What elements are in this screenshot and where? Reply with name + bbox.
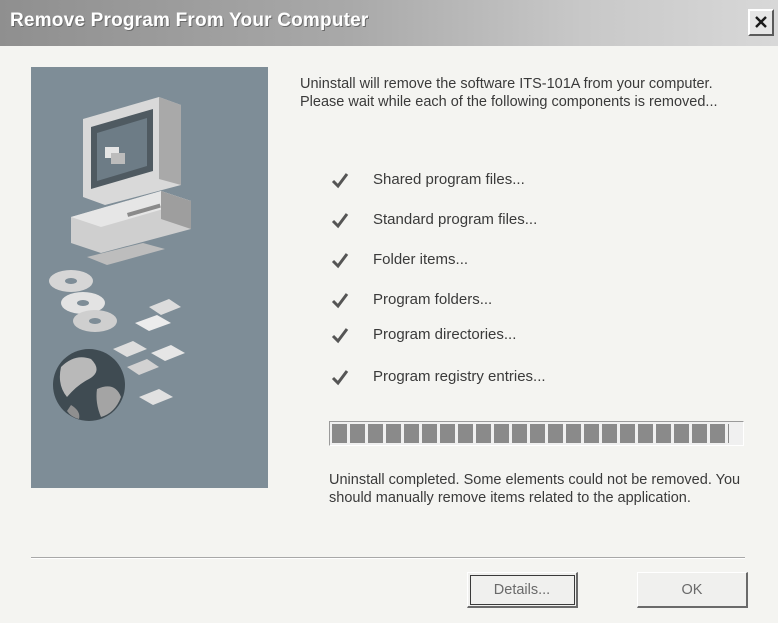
progress-bar: [329, 421, 744, 446]
step-label: Program folders...: [373, 291, 493, 308]
checkmark-icon: [331, 213, 349, 229]
ok-button-label: OK: [681, 582, 703, 598]
step-label: Program directories...: [373, 326, 517, 343]
checkmark-icon: [331, 328, 349, 344]
close-icon: [755, 16, 767, 28]
divider: [31, 557, 745, 559]
computer-icon: [71, 97, 191, 265]
checkmark-icon: [331, 173, 349, 189]
checkmark-icon: [331, 253, 349, 269]
step-label: Standard program files...: [373, 211, 538, 228]
progress-fill: [332, 424, 729, 443]
checkmark-icon: [331, 370, 349, 386]
ok-button[interactable]: OK: [637, 572, 748, 608]
step-label: Folder items...: [373, 251, 469, 268]
details-button-label: Details...: [493, 582, 551, 598]
title-bar: Remove Program From Your Computer: [0, 0, 778, 46]
status-text: Uninstall completed. Some elements could…: [329, 472, 741, 506]
intro-text: Uninstall will remove the software ITS-1…: [300, 76, 718, 110]
close-button[interactable]: [748, 9, 774, 36]
checkmark-icon: [331, 293, 349, 309]
window-title: Remove Program From Your Computer: [10, 10, 369, 31]
step-label: Shared program files...: [373, 171, 525, 188]
step-label: Program registry entries...: [373, 368, 546, 385]
globe-icon: [53, 349, 125, 421]
illustration-panel: [31, 67, 268, 488]
cd-icon: [49, 270, 117, 332]
details-button[interactable]: Details...: [467, 572, 578, 608]
